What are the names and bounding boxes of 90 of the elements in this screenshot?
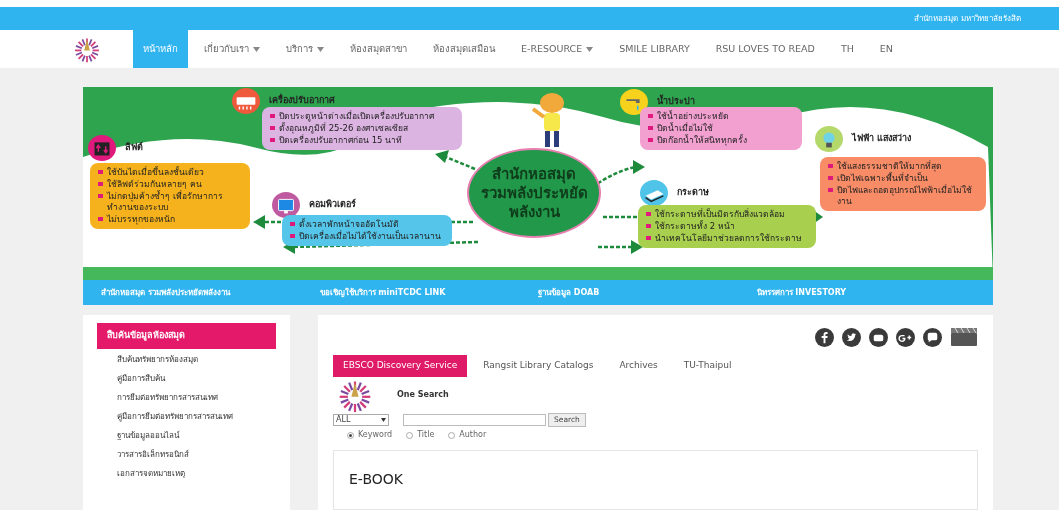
sidebar-link[interactable]: สืบค้นทรัพยากรห้องสมุด xyxy=(117,353,256,365)
tip-text: ปิดเครื่องเมื่อไม่ได้ใช้งานเป็นเวลานาน xyxy=(299,231,441,242)
nav-link[interactable]: SMILE LIBRARY xyxy=(609,30,700,68)
tip-text: นำเทคโนโลยีมาช่วยลดการใช้กระดาษ xyxy=(655,233,802,244)
nav-link[interactable]: TH xyxy=(830,30,864,68)
topic-title: คอมพิวเตอร์ xyxy=(309,198,356,212)
light-bulb-icon xyxy=(814,125,844,153)
bullet-icon xyxy=(98,194,103,198)
search-title: One Search xyxy=(397,389,449,401)
bullet-icon xyxy=(648,138,653,142)
arrow xyxy=(598,240,643,254)
bullet-icon xyxy=(646,224,651,228)
tip-text: ใช้ลิฟต์ร่วมกันหลายๆ คน xyxy=(107,179,202,190)
top-bar-title: สำนักหอสมุด มหาวิทยาลัยรังสิต xyxy=(914,12,1021,25)
bullet-icon xyxy=(290,234,295,238)
radio-label: Keyword xyxy=(358,429,393,441)
bullet-icon xyxy=(270,126,275,130)
bullet-icon xyxy=(270,114,275,118)
air-conditioner-icon xyxy=(231,87,261,115)
tip-text: ตั้งเวลาพักหน้าจออัตโนมัติ xyxy=(299,219,399,230)
card-title: E-BOOK xyxy=(349,471,403,487)
twitter-icon[interactable] xyxy=(842,327,861,347)
radio-label: Author xyxy=(459,429,487,441)
nav-link[interactable]: ห้องสมุดสาขา xyxy=(340,30,417,68)
tip-text: ไม่บรรทุกของหนัก xyxy=(107,214,175,225)
google-plus-icon[interactable] xyxy=(896,327,915,347)
topic-title: เครื่องปรับอากาศ xyxy=(269,94,335,108)
tip-text: เปิดไฟเฉพาะพื้นที่จำเป็น xyxy=(837,173,928,184)
nav-link[interactable]: RSU LOVES TO READ xyxy=(705,30,825,68)
sidebar-link[interactable]: คู่มือการสืบค้น xyxy=(117,372,256,384)
scope-value: ALL xyxy=(336,414,351,426)
nav-link[interactable]: EN xyxy=(869,30,903,68)
nav-link[interactable]: E-RESOURCE xyxy=(511,30,604,68)
arrow xyxy=(435,150,476,171)
sidebar-link[interactable]: คู่มือการยืมต่อทรัพยากรสารสนเทศ xyxy=(117,410,256,422)
scope-select[interactable]: ALL xyxy=(333,414,389,426)
nav-link[interactable]: บริการ xyxy=(276,30,334,68)
bullet-icon xyxy=(648,114,653,118)
topic-title: น้ำประปา xyxy=(657,95,695,109)
chat-icon[interactable] xyxy=(923,327,942,347)
bullet-icon xyxy=(290,222,295,226)
nav-link[interactable]: ห้องสมุดเสมือน xyxy=(423,30,505,68)
search-tab[interactable]: EBSCO Discovery Service xyxy=(333,355,468,377)
caret-icon xyxy=(381,418,386,422)
search-tab[interactable]: TU-Thaipul xyxy=(673,355,742,377)
sidebar-heading: สืบค้นข้อมูลห้องสมุด xyxy=(97,323,276,349)
sidebar-link[interactable]: การยืมต่อทรัพยากรสารสนเทศ xyxy=(117,391,256,403)
tip-text: ใช้กระดาษที่เป็นมิตรกับสิ่งแวดล้อม xyxy=(655,209,785,220)
tip-text: ใช้แสงธรรมชาติให้มากที่สุด xyxy=(837,161,942,172)
search-tab[interactable]: Rangsit Library Catalogs xyxy=(473,355,604,377)
search-tab[interactable]: Archives xyxy=(609,355,668,377)
search-field[interactable] xyxy=(403,414,546,426)
bullet-icon xyxy=(828,188,833,192)
topic-title: กระดาษ xyxy=(677,186,709,200)
banner-title: สำนักหอสมุด xyxy=(492,164,576,184)
sidebar-link[interactable]: ฐานข้อมูลออนไลน์ xyxy=(117,429,256,441)
bullet-icon xyxy=(98,182,103,186)
tip-text: ปิดเครื่องปรับอากาศก่อน 15 นาที xyxy=(279,135,403,146)
tip-text: ตั้งอุณหภูมิที่ 25-26 องศาเซลเซียส xyxy=(279,123,409,134)
bullet-icon xyxy=(646,212,651,216)
topic-title: ไฟฟ้า แสงสว่าง xyxy=(852,132,912,146)
tip-text: ปิดไฟและถอดอุปกรณ์ไฟฟ้าเมื่อไม่ใช้งาน xyxy=(837,185,973,207)
bullet-icon xyxy=(648,126,653,130)
bullet-icon xyxy=(828,164,833,168)
bullet-icon xyxy=(98,217,103,221)
sidebar-link[interactable]: เอกสารจดหมายเหตุ xyxy=(117,467,256,479)
bullet-icon xyxy=(828,176,833,180)
elevator-icon xyxy=(87,134,117,162)
bullet-icon xyxy=(646,236,651,240)
tip-text: ใช้บันไดเมื่อขึ้นลงชั้นเดียว xyxy=(107,167,204,178)
monitor-icon xyxy=(271,191,301,219)
nav-link[interactable]: เกี่ยวกับเรา xyxy=(194,30,270,68)
paper-icon xyxy=(639,179,669,207)
faucet-icon xyxy=(619,88,649,116)
tip-text: ไม่กดปุ่มค้างซ้ำๆ เพื่อรักษาการทำงานของระบบ xyxy=(107,191,224,213)
tip-text: ปิดน้ำเมื่อไม่ใช้ xyxy=(657,123,713,134)
tip-text: ปิดประตูหน้าต่างเมื่อเปิดเครื่องปรับอากาศ xyxy=(279,111,434,122)
clapperboard-icon[interactable] xyxy=(950,327,978,347)
bullet-icon xyxy=(270,138,275,142)
topic-title: ลิฟต์ xyxy=(125,141,143,155)
facebook-icon[interactable] xyxy=(815,327,834,347)
tip-text: ปิดก๊อกน้ำให้สนิททุกครั้ง xyxy=(657,135,747,146)
tip-text: ใช้กระดาษทั้ง 2 หน้า xyxy=(655,221,735,232)
banner-title: พลังงาน xyxy=(508,202,560,222)
radio-label: Title xyxy=(417,429,435,441)
bullet-icon xyxy=(98,170,103,174)
tip-text: ใช้น้ำอย่างประหยัด xyxy=(657,111,729,122)
youtube-icon[interactable] xyxy=(869,327,888,347)
banner-title: รวมพลังประหยัด xyxy=(480,183,588,203)
sidebar-link[interactable]: วารสารอิเล็กทรอนิกส์ xyxy=(117,448,256,460)
